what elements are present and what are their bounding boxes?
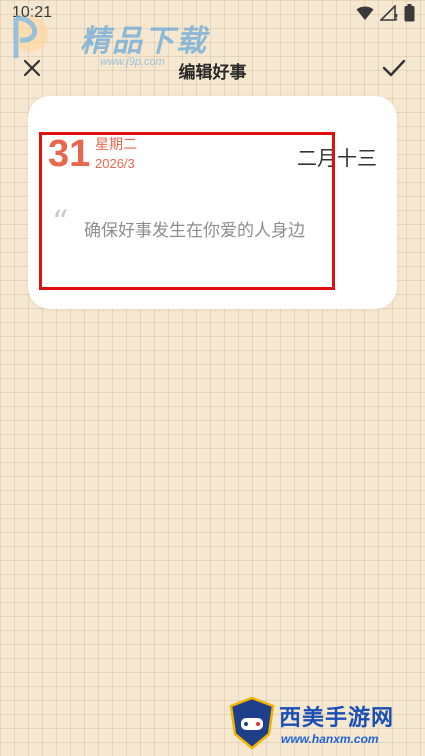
lunar-date: 二月十三 (297, 146, 377, 170)
page-title: 编辑好事 (178, 63, 247, 83)
signal-no-sim-icon (379, 4, 398, 25)
watermark-site: www.hanxm.com (281, 732, 379, 746)
watermark-bottom: 西美手游网 www.hanxm.com (229, 694, 419, 752)
content-text[interactable]: 确保好事发生在你爱的人身边 (84, 216, 305, 241)
toolbar: 编辑好事 (0, 52, 425, 88)
good-thing-card[interactable]: 31 星期二 2026/3 二月十三 “ 确保好事发生在你爱的人身边 (28, 96, 397, 309)
date-day: 31 (48, 133, 91, 175)
date-year-month: 2026/3 (95, 156, 135, 171)
wifi-icon (356, 5, 374, 25)
date-weekday: 星期二 (95, 137, 137, 153)
check-icon (382, 58, 406, 82)
battery-icon (404, 4, 415, 26)
confirm-button[interactable] (379, 56, 409, 84)
watermark-name: 西美手游网 (279, 706, 395, 731)
shield-logo-icon (229, 696, 275, 750)
status-icons (356, 4, 415, 26)
quote-icon: “ (52, 203, 69, 241)
